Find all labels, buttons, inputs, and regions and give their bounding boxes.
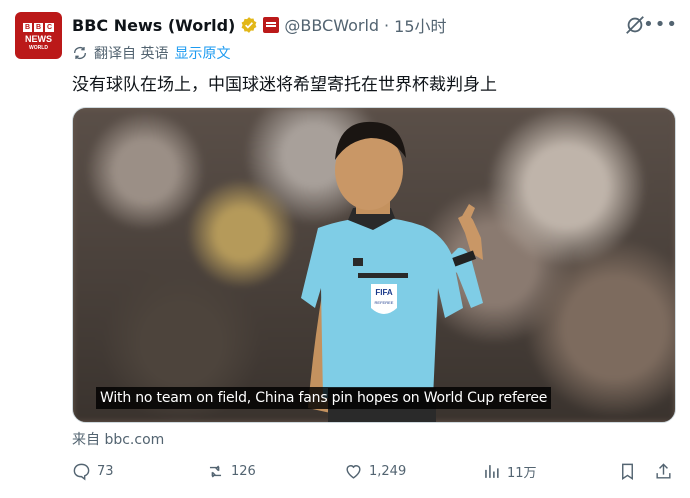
post-header: BBC News (World) @BBCWorld · 15小时	[72, 13, 447, 37]
media-card[interactable]: FIFA REFEREE With no team on field, Chin…	[72, 107, 676, 423]
repost-button[interactable]: 126	[206, 462, 256, 481]
translation-label: 翻译自 英语	[94, 46, 169, 62]
fifa-badge-icon: FIFA REFEREE	[371, 284, 397, 314]
separator: ·	[384, 15, 390, 35]
reply-count: 73	[97, 464, 114, 479]
avatar-news-text: NEWS	[25, 34, 52, 44]
show-original-link[interactable]: 显示原文	[174, 43, 230, 63]
referee-photo: FIFA REFEREE	[301, 121, 483, 422]
logo-letter: B	[23, 23, 32, 32]
repost-icon	[209, 465, 222, 478]
translation-row: 翻译自 英语 显示原文	[72, 43, 230, 63]
view-count: 11万	[507, 466, 537, 481]
bbc-logo: B B C	[15, 23, 62, 32]
views-icon	[485, 465, 499, 478]
account-handle[interactable]: @BBCWorld	[284, 16, 379, 35]
post-text: 没有球队在场上，中国球迷将希望寄托在世界杯裁判身上	[72, 75, 497, 95]
account-name[interactable]: BBC News (World)	[72, 16, 235, 35]
logo-letter: B	[34, 23, 43, 32]
link-source[interactable]: 来自 bbc.com	[72, 429, 164, 449]
media-caption: With no team on field, China fans pin ho…	[96, 387, 552, 409]
svg-text:REFEREE: REFEREE	[375, 300, 394, 305]
repost-count: 126	[231, 464, 256, 479]
translate-icon	[74, 47, 86, 59]
avatar[interactable]: B B C NEWS WORLD	[15, 12, 62, 59]
bookmark-icon[interactable]	[618, 462, 637, 481]
post-time[interactable]: 15小时	[394, 13, 446, 37]
verified-badge-icon[interactable]	[240, 16, 258, 34]
action-bar: 73 126 1,249 11万	[72, 462, 676, 486]
reply-button[interactable]: 73	[72, 462, 114, 481]
more-options-icon[interactable]: •••	[643, 14, 678, 35]
reply-icon	[73, 463, 90, 481]
share-icon[interactable]	[654, 462, 673, 481]
views-button[interactable]: 11万	[482, 462, 537, 481]
heart-icon	[346, 465, 361, 479]
avatar-world-text: WORLD	[29, 45, 48, 51]
like-count: 1,249	[369, 464, 407, 479]
affiliate-badge-icon[interactable]	[263, 17, 280, 33]
logo-letter: C	[45, 23, 54, 32]
like-button[interactable]: 1,249	[344, 462, 406, 481]
svg-text:FIFA: FIFA	[375, 288, 393, 297]
